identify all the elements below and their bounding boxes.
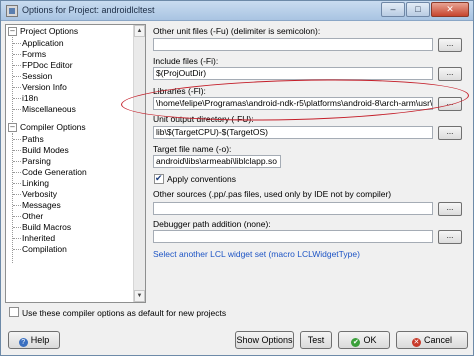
unit-output-browse-button[interactable]: ... — [438, 126, 462, 140]
unit-output-label: Unit output directory (-FU): — [153, 114, 254, 124]
tree-group-compiler-options[interactable]: Compiler Options — [20, 122, 86, 133]
debugger-path-input[interactable] — [153, 230, 433, 243]
apply-conventions-checkbox[interactable] — [154, 173, 164, 184]
other-unit-files-label: Other unit files (-Fu) (delimiter is sem… — [153, 26, 321, 36]
tree-line — [13, 87, 21, 88]
tree-item-version-info[interactable]: Version Info — [22, 82, 67, 93]
app-icon — [6, 5, 18, 17]
test-button[interactable]: Test — [300, 331, 332, 349]
cancel-button[interactable]: ✕ Cancel — [396, 331, 468, 349]
collapse-icon[interactable]: – — [8, 27, 17, 36]
other-unit-files-input[interactable] — [153, 38, 433, 51]
scroll-down-icon[interactable]: ▼ — [134, 290, 145, 302]
help-icon: ? — [18, 338, 28, 347]
default-options-checkbox[interactable] — [9, 307, 19, 317]
debugger-path-label: Debugger path addition (none): — [153, 219, 271, 229]
other-sources-input[interactable] — [153, 202, 433, 215]
debugger-path-browse-button[interactable]: ... — [438, 230, 462, 244]
help-button-label: Help — [30, 335, 50, 345]
minimize-icon[interactable]: – — [381, 2, 405, 17]
target-file-input[interactable]: android\libs\armeabi\liblclapp.so — [153, 155, 281, 168]
tree-item-compilation[interactable]: Compilation — [22, 244, 67, 255]
tree-group-project-options[interactable]: Project Options — [20, 26, 78, 37]
paths-panel: Other unit files (-Fu) (delimiter is sem… — [150, 23, 470, 305]
tree-line — [13, 98, 21, 99]
tree-item-miscellaneous[interactable]: Miscellaneous — [22, 104, 76, 115]
include-files-label: Include files (-Fi): — [153, 56, 219, 66]
tree-line — [13, 216, 21, 217]
tree-item-code-generation[interactable]: Code Generation — [22, 167, 87, 178]
tree-line — [13, 54, 21, 55]
tree-scrollbar[interactable]: ▲ ▼ — [133, 25, 145, 302]
collapse-icon[interactable]: – — [8, 123, 17, 132]
tree-item-inherited[interactable]: Inherited — [22, 233, 55, 244]
title-bar[interactable]: Options for Project: androidlcltest – □ … — [1, 1, 473, 21]
tree-item-application[interactable]: Application — [22, 38, 64, 49]
window-title: Options for Project: androidlcltest — [22, 5, 155, 15]
include-files-browse-button[interactable]: ... — [438, 67, 462, 81]
include-files-input[interactable]: $(ProjOutDir) — [153, 67, 433, 80]
tree-item-parsing[interactable]: Parsing — [22, 156, 51, 167]
ok-button[interactable]: ✔ OK — [338, 331, 390, 349]
tree-item-paths[interactable]: Paths — [22, 134, 44, 145]
tree-line — [13, 205, 21, 206]
tree-line — [13, 76, 21, 77]
tree-line — [12, 31, 13, 128]
default-options-label: Use these compiler options as default fo… — [22, 308, 227, 318]
unit-output-input[interactable]: lib\$(TargetCPU)-$(TargetOS) — [153, 126, 433, 139]
options-dialog: Options for Project: androidlcltest – □ … — [0, 0, 474, 356]
tree-line — [13, 183, 21, 184]
scroll-up-icon[interactable]: ▲ — [134, 25, 145, 37]
tree-item-verbosity[interactable]: Verbosity — [22, 189, 57, 200]
close-icon[interactable]: ✕ — [431, 2, 469, 17]
tree-line — [13, 249, 21, 250]
other-unit-files-browse-button[interactable]: ... — [438, 38, 462, 52]
tree-item-other[interactable]: Other — [22, 211, 43, 222]
options-tree[interactable]: – Project Options Application Forms FPDo… — [5, 24, 146, 303]
help-button[interactable]: ? Help — [8, 331, 60, 349]
tree-item-fpdoc-editor[interactable]: FPDoc Editor — [22, 60, 73, 71]
tree-line — [13, 194, 21, 195]
checkmark-icon: ✔ — [351, 338, 361, 347]
libraries-label: Libraries (-Fl): — [153, 86, 206, 96]
ok-button-label: OK — [363, 335, 377, 345]
lcl-widget-set-link[interactable]: Select another LCL widget set (macro LCL… — [153, 249, 360, 259]
window-controls: – □ ✕ — [381, 2, 469, 18]
tree-line — [13, 150, 21, 151]
tree-item-session[interactable]: Session — [22, 71, 52, 82]
show-options-button[interactable]: Show Options — [235, 331, 294, 349]
apply-conventions-label: Apply conventions — [167, 174, 236, 184]
cancel-icon: ✕ — [411, 338, 421, 347]
target-file-label: Target file name (-o): — [153, 144, 232, 154]
tree-line — [12, 133, 13, 263]
tree-item-build-modes[interactable]: Build Modes — [22, 145, 69, 156]
tree-line — [13, 109, 21, 110]
maximize-icon[interactable]: □ — [406, 2, 430, 17]
tree-item-build-macros[interactable]: Build Macros — [22, 222, 71, 233]
tree-line — [13, 43, 21, 44]
libraries-input[interactable]: \home\felipe\Programas\android-ndk-r5\pl… — [153, 97, 433, 110]
tree-item-messages[interactable]: Messages — [22, 200, 61, 211]
cancel-button-label: Cancel — [423, 335, 452, 345]
tree-item-forms[interactable]: Forms — [22, 49, 46, 60]
tree-line — [13, 172, 21, 173]
other-sources-label: Other sources (.pp/.pas files, used only… — [153, 189, 392, 199]
tree-line — [13, 65, 21, 66]
other-sources-browse-button[interactable]: ... — [438, 202, 462, 216]
tree-item-linking[interactable]: Linking — [22, 178, 49, 189]
tree-line — [13, 238, 21, 239]
tree-item-i18n[interactable]: i18n — [22, 93, 38, 104]
tree-line — [13, 227, 21, 228]
libraries-browse-button[interactable]: ... — [438, 97, 462, 111]
tree-line — [13, 139, 21, 140]
tree-line — [13, 161, 21, 162]
